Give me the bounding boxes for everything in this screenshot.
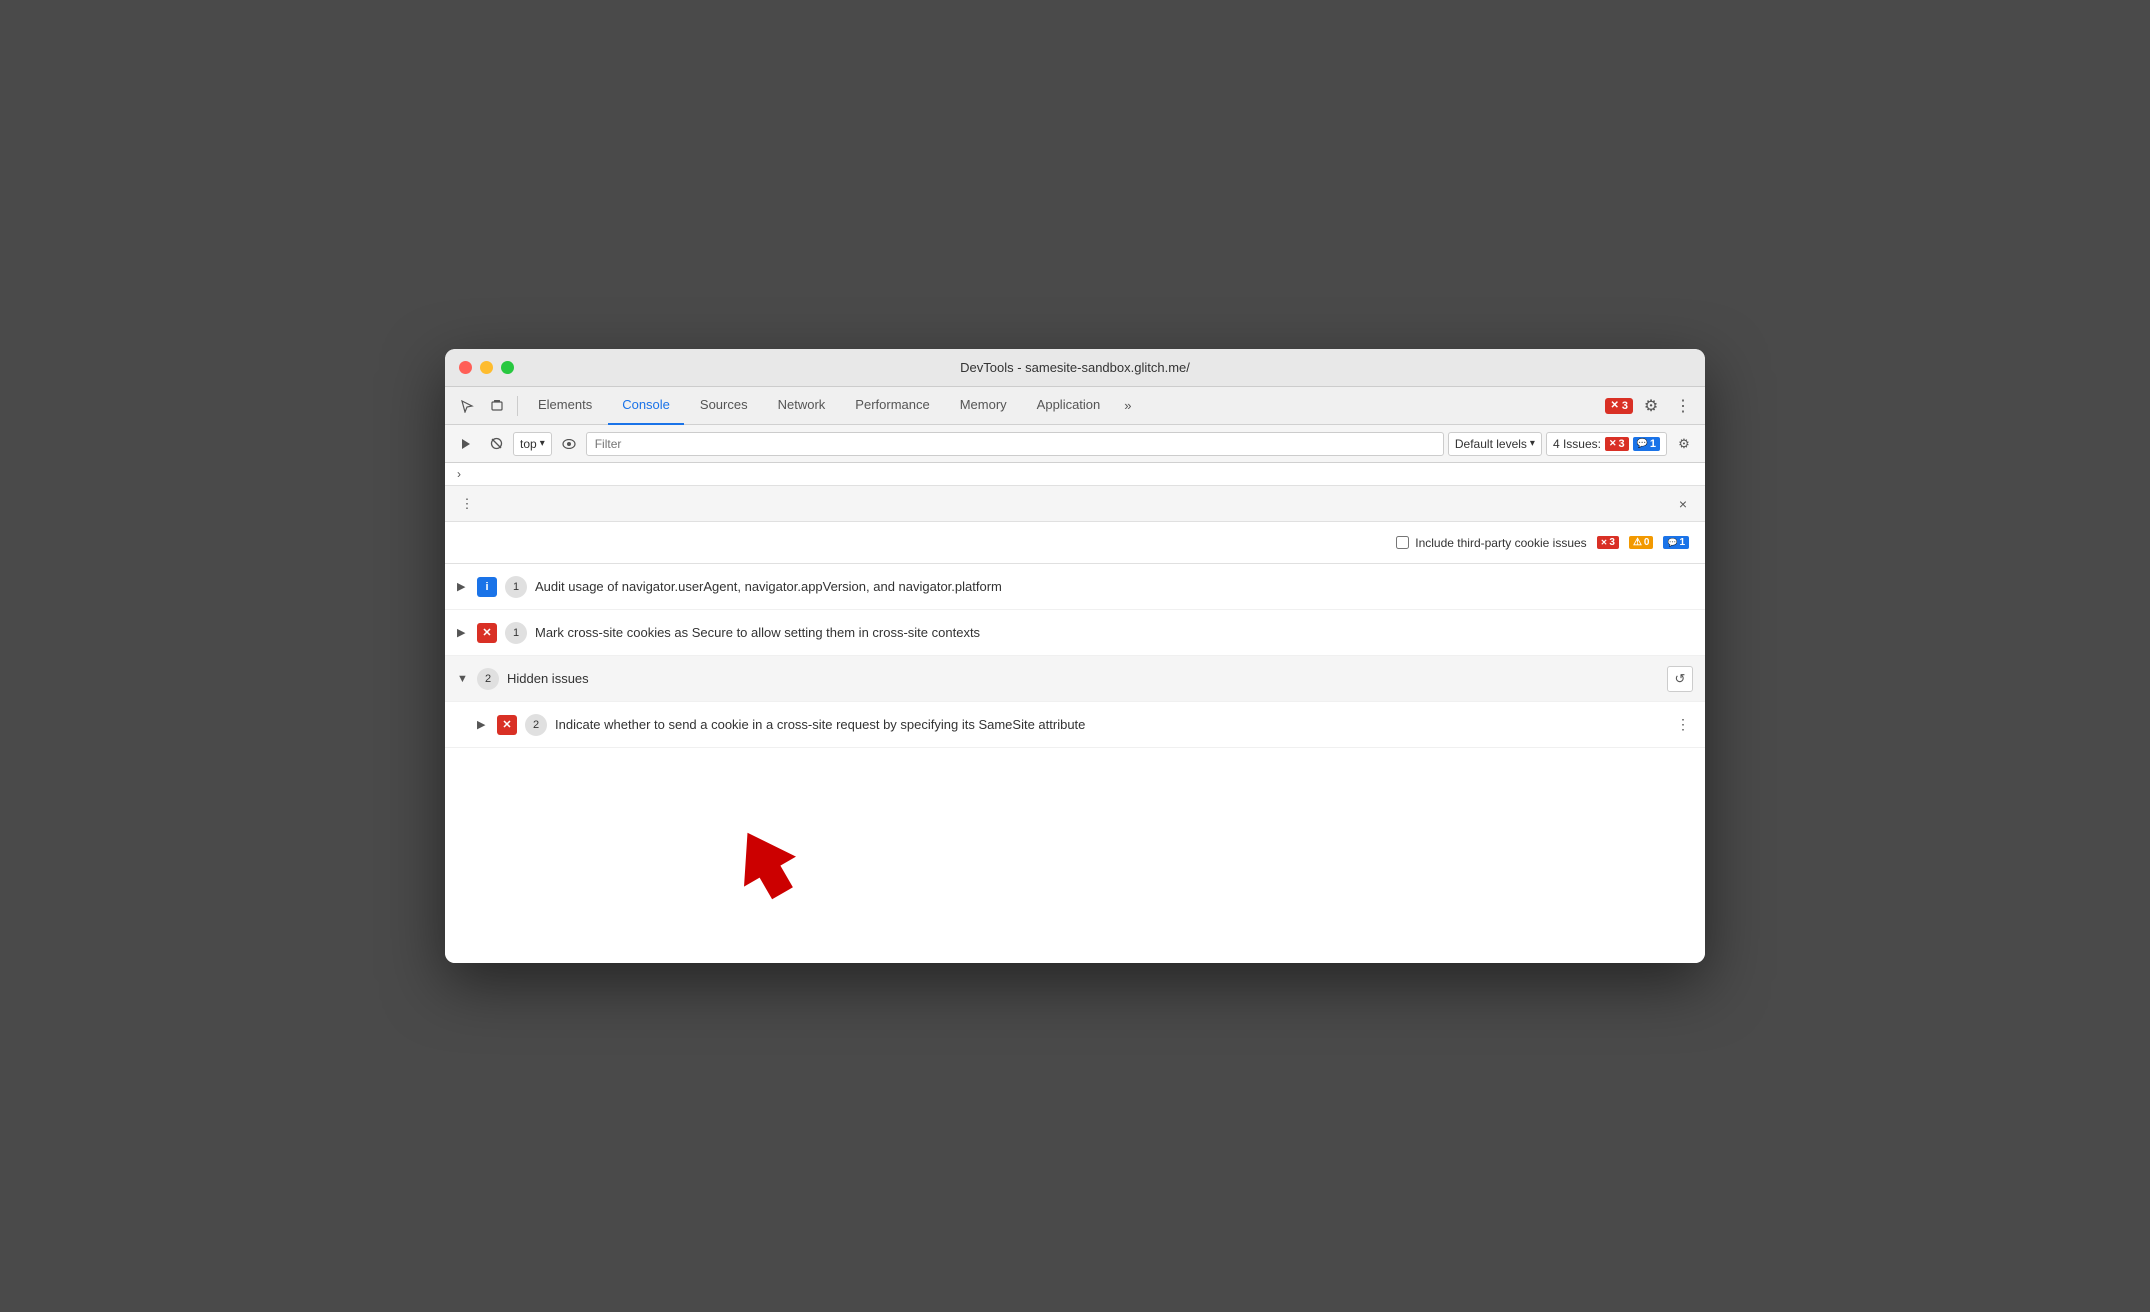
issues-info-count: 💬 1	[1633, 437, 1660, 451]
issues-error-x-icon: ✕	[1609, 438, 1617, 449]
refresh-button[interactable]: ↺	[1667, 666, 1693, 692]
tab-application[interactable]: Application	[1023, 387, 1115, 425]
issues-more-button[interactable]: ⋮	[457, 494, 477, 514]
tab-sources[interactable]: Sources	[686, 387, 762, 425]
nav-chevron-icon[interactable]: ›	[457, 467, 461, 481]
tab-bar-right: ✕ 3 ⚙ ⋮	[1605, 392, 1697, 420]
close-button[interactable]	[459, 361, 472, 374]
error-x-icon: ✕	[1610, 400, 1618, 411]
traffic-lights	[459, 361, 514, 374]
expand-hidden-icon[interactable]: ▼	[457, 673, 469, 685]
tab-elements[interactable]: Elements	[524, 387, 606, 425]
cookie-error-badge: ✕ 3	[1597, 536, 1619, 549]
chevron-down-icon-levels: ▾	[1530, 438, 1535, 449]
console-toolbar: top ▾ Default levels ▾ 4 Issues: ✕ 3 💬 1…	[445, 425, 1705, 463]
issue-icon-red: ✕	[477, 623, 497, 643]
expand-samesite-icon[interactable]: ▶	[477, 718, 489, 731]
cookie-info-badge: 💬 1	[1663, 536, 1689, 549]
console-settings-button[interactable]: ⚙	[1671, 431, 1697, 457]
chevron-down-icon: ▾	[540, 438, 545, 449]
clear-button[interactable]	[483, 431, 509, 457]
tab-performance[interactable]: Performance	[841, 387, 943, 425]
eye-button[interactable]	[556, 431, 582, 457]
play-button[interactable]	[453, 431, 479, 457]
console-content: › ⋮ × Include third-party cookie issues …	[445, 463, 1705, 963]
issue-row-samesite[interactable]: ▶ ✕ 2 Indicate whether to send a cookie …	[445, 702, 1705, 748]
error-count-badge: ✕ 3	[1605, 398, 1633, 414]
hidden-count-badge: 2	[477, 668, 499, 690]
issues-panel-header: ⋮ ×	[445, 486, 1705, 522]
issue-count-samesite: 2	[525, 714, 547, 736]
issues-error-count: ✕ 3	[1605, 437, 1629, 451]
expand-crosssite-icon[interactable]: ▶	[457, 626, 469, 639]
issues-badge[interactable]: 4 Issues: ✕ 3 💬 1	[1546, 432, 1667, 456]
include-cookie-checkbox[interactable]	[1396, 536, 1409, 549]
issue-count-1: 1	[505, 576, 527, 598]
issue-icon-red-samesite: ✕	[497, 715, 517, 735]
tab-divider	[517, 396, 518, 416]
filter-input[interactable]	[586, 432, 1444, 456]
maximize-button[interactable]	[501, 361, 514, 374]
tab-memory[interactable]: Memory	[946, 387, 1021, 425]
hidden-issues-group[interactable]: ▼ 2 Hidden issues ↺	[445, 656, 1705, 702]
issues-info-icon: 💬	[1637, 438, 1648, 449]
context-selector[interactable]: top ▾	[513, 432, 552, 456]
tab-network[interactable]: Network	[764, 387, 840, 425]
issue-count-2: 1	[505, 622, 527, 644]
window-title: DevTools - samesite-sandbox.glitch.me/	[960, 360, 1190, 375]
cursor-icon[interactable]	[453, 392, 481, 420]
title-bar: DevTools - samesite-sandbox.glitch.me/	[445, 349, 1705, 387]
cookie-options-row: Include third-party cookie issues ✕ 3 ⚠ …	[445, 522, 1705, 564]
issue-row-audit[interactable]: ▶ i 1 Audit usage of navigator.userAgent…	[445, 564, 1705, 610]
samesite-more-button[interactable]: ⋮	[1673, 715, 1693, 735]
layers-icon[interactable]	[483, 392, 511, 420]
tab-bar: Elements Console Sources Network Perform…	[445, 387, 1705, 425]
include-cookie-checkbox-label[interactable]: Include third-party cookie issues	[1396, 536, 1586, 550]
minimize-button[interactable]	[480, 361, 493, 374]
issue-row-crosssite[interactable]: ▶ ✕ 1 Mark cross-site cookies as Secure …	[445, 610, 1705, 656]
tab-console[interactable]: Console	[608, 387, 684, 425]
cookie-warning-badge: ⚠ 0	[1629, 536, 1654, 549]
devtools-window: DevTools - samesite-sandbox.glitch.me/ E…	[445, 349, 1705, 963]
issue-icon-info: i	[477, 577, 497, 597]
log-levels-selector[interactable]: Default levels ▾	[1448, 432, 1542, 456]
issues-close-button[interactable]: ×	[1673, 494, 1693, 514]
more-options-button[interactable]: ⋮	[1669, 392, 1697, 420]
expand-audit-icon[interactable]: ▶	[457, 580, 469, 593]
content-wrapper: › ⋮ × Include third-party cookie issues …	[445, 463, 1705, 963]
settings-button[interactable]: ⚙	[1637, 392, 1665, 420]
tab-more-button[interactable]: »	[1116, 387, 1139, 425]
nav-row: ›	[445, 463, 1705, 486]
